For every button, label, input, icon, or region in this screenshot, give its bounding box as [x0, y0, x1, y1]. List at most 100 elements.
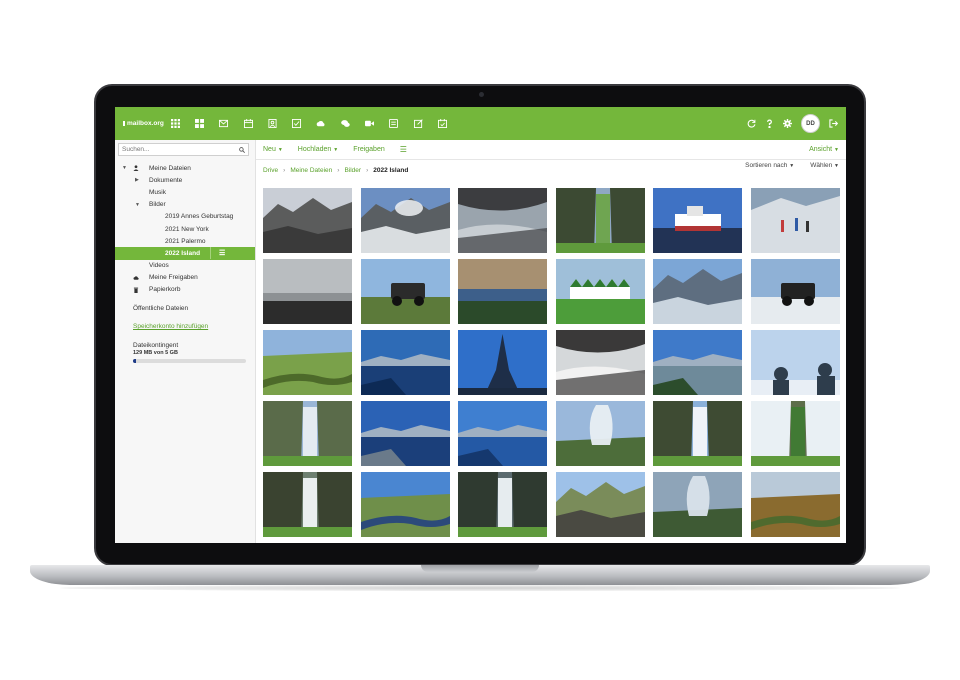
tree-item-dokumente[interactable]: ▶ Dokumente [115, 174, 255, 186]
breadcrumb-meine-dateien[interactable]: Meine Dateien [290, 167, 332, 174]
photo-thumbnail[interactable] [263, 188, 352, 253]
top-right-actions: DD [747, 114, 839, 133]
photo-thumbnail[interactable] [653, 330, 742, 395]
edit-icon[interactable] [406, 107, 430, 140]
breadcrumb-separator-icon: › [283, 166, 286, 174]
folder-menu-icon[interactable]: ☰ [219, 249, 225, 257]
caret-right-icon[interactable]: ▶ [135, 177, 139, 183]
photo-thumbnail[interactable] [360, 188, 450, 253]
photo-thumbnail[interactable] [750, 259, 840, 324]
view-button[interactable]: Ansicht ▼ [809, 146, 839, 153]
screen: mailbox.org DD Suchen... ▼ Meine Dateien… [115, 107, 846, 543]
refresh-icon[interactable] [747, 115, 756, 133]
search-icon[interactable] [239, 146, 245, 153]
cloud-icon [132, 274, 139, 281]
select-button[interactable]: Wählen ▼ [810, 162, 839, 169]
breadcrumb-drive[interactable]: Drive [263, 167, 278, 174]
photo-thumbnail[interactable] [263, 472, 352, 537]
logo-mark-icon [123, 121, 125, 126]
tree-item-2019-annes-geburtstag[interactable]: 2019 Annes Geburtstag [115, 211, 255, 223]
more-menu-icon[interactable]: ☰ [400, 145, 407, 154]
base-notch [421, 565, 539, 572]
grid-icon[interactable] [163, 107, 187, 140]
photo-thumbnail[interactable] [555, 188, 645, 253]
photo-thumbnail[interactable] [750, 188, 840, 253]
photo-thumbnail[interactable] [750, 401, 840, 466]
breadcrumb-separator-icon: › [337, 166, 340, 174]
view-label: Ansicht [809, 146, 833, 153]
tree-item-2022-island[interactable]: 2022 Island ☰ [115, 247, 255, 260]
photo-thumbnail[interactable] [750, 472, 840, 537]
dashboard-icon[interactable] [187, 107, 211, 140]
tree-item-label: Videos [149, 262, 169, 270]
photo-thumbnail[interactable] [653, 259, 742, 324]
select-label: Wählen [810, 162, 833, 169]
mail-icon[interactable] [212, 107, 236, 140]
chat-icon[interactable] [333, 107, 357, 140]
photo-thumbnail[interactable] [750, 330, 840, 395]
tree-item-videos[interactable]: Videos [115, 260, 255, 272]
tree-item-meine-freigaben[interactable]: Meine Freigaben [115, 272, 255, 284]
quota-bar [133, 359, 246, 364]
caret-down-icon[interactable]: ▼ [135, 202, 140, 208]
video-icon[interactable] [357, 107, 381, 140]
photo-thumbnail[interactable] [653, 188, 742, 253]
upload-button[interactable]: Hochladen ▼ [298, 146, 338, 153]
photo-thumbnail[interactable] [263, 330, 352, 395]
tree-item-meine-dateien[interactable]: ▼ Meine Dateien [115, 162, 255, 174]
caret-down-icon: ▼ [789, 163, 795, 169]
photo-thumbnail[interactable] [555, 472, 645, 537]
photo-thumbnail[interactable] [263, 401, 352, 466]
tree-item-2021-new-york[interactable]: 2021 New York [115, 223, 255, 235]
photo-thumbnail[interactable] [360, 259, 450, 324]
caret-down-icon: ▼ [333, 146, 339, 153]
photo-thumbnail[interactable] [263, 259, 352, 324]
photo-thumbnail[interactable] [653, 401, 742, 466]
tree-item-label: Meine Dateien [149, 164, 191, 172]
add-storage-link[interactable]: Speicherkonto hinzufügen [115, 323, 255, 330]
calendar-icon[interactable] [236, 107, 260, 140]
photo-thumbnail[interactable] [458, 259, 547, 324]
shares-button[interactable]: Freigaben [353, 146, 385, 153]
contacts-icon[interactable] [260, 107, 284, 140]
search-placeholder: Suchen... [122, 146, 150, 153]
trash-icon [132, 286, 139, 293]
sidebar: Suchen... ▼ Meine Dateien ▶ Dokumente Mu… [115, 140, 256, 543]
help-icon[interactable] [765, 115, 774, 133]
breadcrumb-bilder[interactable]: Bilder [344, 167, 361, 174]
photo-thumbnail[interactable] [360, 472, 450, 537]
caret-down-icon[interactable]: ▼ [122, 165, 127, 171]
calendar-check-icon[interactable] [430, 107, 454, 140]
new-button[interactable]: Neu ▼ [263, 146, 283, 153]
main-content: Neu ▼ Hochladen ▼ Freigaben ☰ Ansicht ▼ Dri… [256, 140, 846, 543]
photo-thumbnail[interactable] [458, 188, 547, 253]
photo-thumbnail[interactable] [555, 330, 645, 395]
sort-button[interactable]: Sortieren nach ▼ [745, 162, 794, 169]
photo-thumbnail[interactable] [555, 401, 645, 466]
photo-thumbnail[interactable] [458, 472, 547, 537]
settings-icon[interactable] [783, 115, 792, 133]
tree-item-bilder[interactable]: ▼ Bilder [115, 199, 255, 211]
photo-thumbnail[interactable] [360, 401, 450, 466]
photo-thumbnail[interactable] [458, 330, 547, 395]
folder-tree: ▼ Meine Dateien ▶ Dokumente Musik ▼ Bild… [115, 162, 255, 296]
tree-item-musik[interactable]: Musik [115, 186, 255, 198]
logout-icon[interactable] [829, 115, 839, 133]
tree-item-2021-palermo[interactable]: 2021 Palermo [115, 235, 255, 247]
photo-thumbnail[interactable] [555, 259, 645, 324]
laptop-base [30, 565, 930, 585]
photo-thumbnail[interactable] [458, 401, 547, 466]
tasks-icon[interactable] [284, 107, 308, 140]
shares-label: Freigaben [353, 146, 385, 153]
breadcrumb-separator-icon: › [366, 166, 369, 174]
caret-down-icon: ▼ [277, 146, 283, 153]
logo[interactable]: mailbox.org [123, 120, 164, 127]
public-files-link[interactable]: Öffentliche Dateien [115, 302, 255, 314]
cloud-icon[interactable] [309, 107, 333, 140]
tree-item-papierkorb[interactable]: Papierkorb [115, 284, 255, 296]
search-input[interactable]: Suchen... [118, 143, 249, 156]
photo-thumbnail[interactable] [653, 472, 742, 537]
photo-thumbnail[interactable] [360, 330, 450, 395]
notes-icon[interactable] [382, 107, 406, 140]
avatar[interactable]: DD [801, 114, 820, 133]
